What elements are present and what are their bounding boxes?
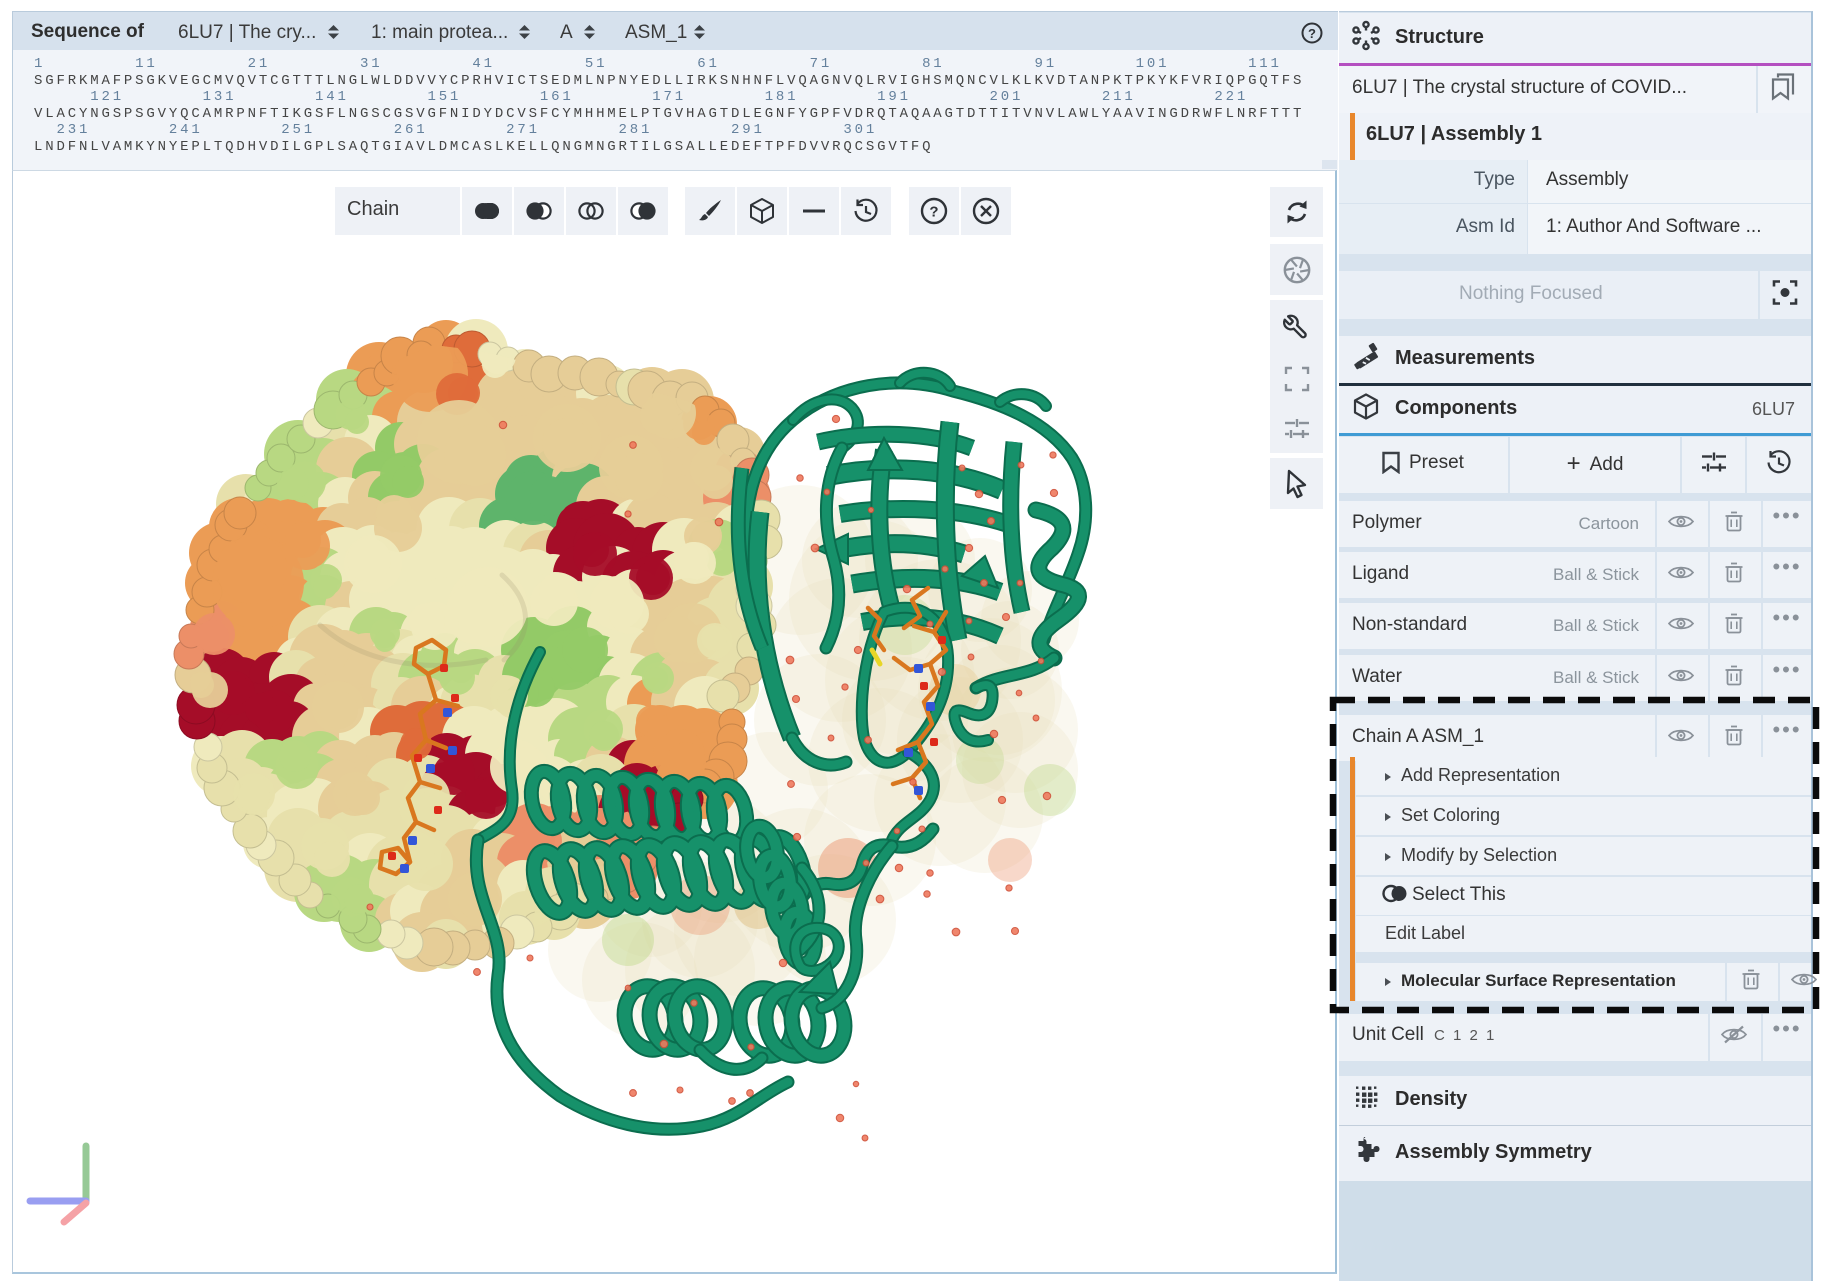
svg-text:?: ? bbox=[929, 204, 938, 221]
